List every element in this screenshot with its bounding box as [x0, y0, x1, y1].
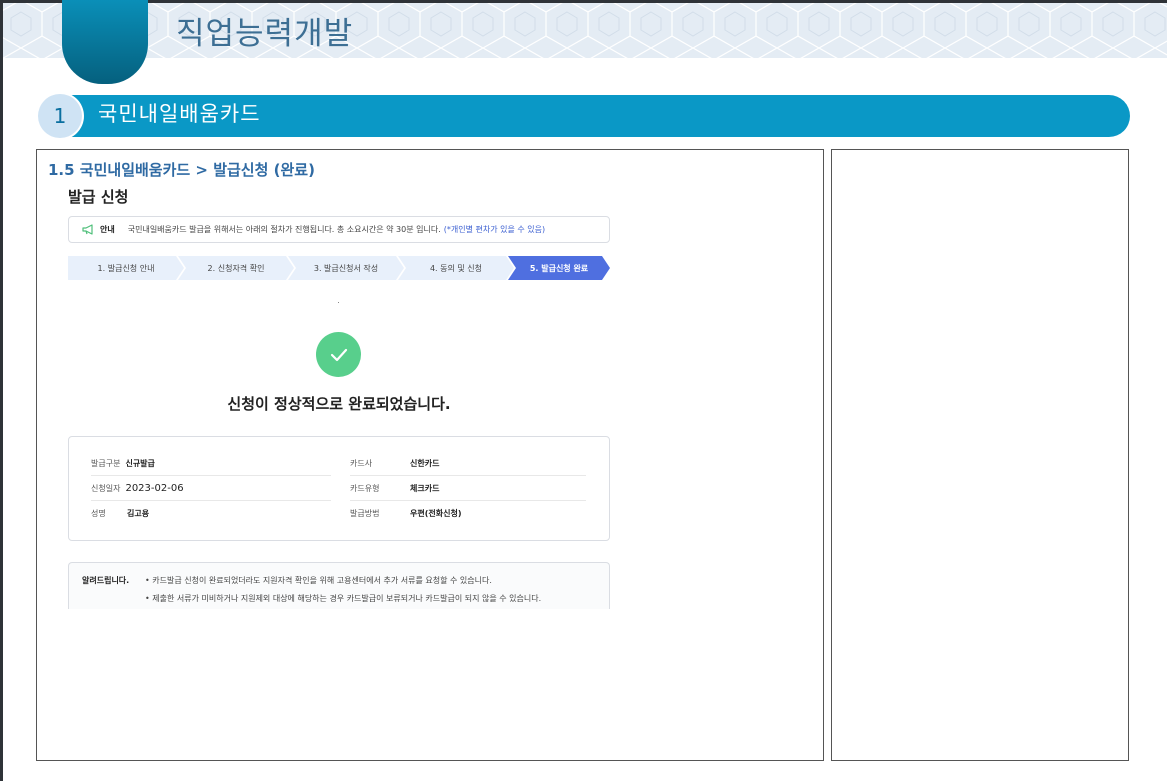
info-label: 신청일자 — [91, 484, 121, 493]
notice-box: 안내 국민내일배움카드 발급을 위해서는 아래의 절차가 진행됩니다. 총 소요… — [68, 216, 610, 243]
info-label: 카드유형 — [350, 484, 380, 493]
completion-message: 신청이 정상적으로 완료되었습니다. — [227, 395, 451, 413]
alert-box: 알려드립니다. • 카드발급 신청이 완료되었더라도 지원자격 확인을 위해 고… — [68, 562, 610, 609]
section-title: 국민내일배움카드 — [98, 102, 261, 126]
page-title: 직업능력개발 — [176, 16, 354, 52]
alert-item: • 제출한 서류가 미비하거나 지원제외 대상에 해당하는 경우 카드발급이 보… — [145, 594, 542, 603]
info-divider — [91, 475, 331, 476]
info-apply-date: 신청일자 2023-02-06 — [91, 483, 184, 494]
section-number: 1 — [38, 94, 82, 138]
info-card-company: 카드사 신한카드 — [350, 458, 439, 469]
info-divider — [350, 500, 586, 501]
step-5-active: 5. 발급신청 완료 — [508, 256, 610, 280]
info-name: 성명 김고용 — [91, 508, 149, 519]
notice-label: 안내 — [100, 225, 115, 234]
alert-item: • 카드발급 신청이 완료되었더라도 지원자격 확인을 위해 고용센터에서 추가… — [145, 576, 492, 585]
alert-title: 알려드립니다. — [82, 576, 130, 585]
info-value: 체크카드 — [410, 484, 440, 493]
info-label: 발급방법 — [350, 509, 380, 518]
divider-dot — [338, 302, 339, 303]
breadcrumb: 1.5 국민내일배움카드 > 발급신청 (완료) — [48, 161, 315, 179]
top-border — [0, 0, 1167, 3]
info-label: 발급구분 — [91, 459, 121, 468]
info-value: 2023-02-06 — [125, 483, 184, 494]
step-3: 3. 발급신청서 작성 — [288, 256, 404, 280]
header-tab — [62, 0, 148, 84]
check-circle-icon — [316, 332, 361, 377]
info-value: 신한카드 — [410, 459, 440, 468]
info-issue-method: 발급방법 우편(전화신청) — [350, 508, 461, 519]
side-panel — [831, 149, 1129, 761]
info-divider — [350, 475, 586, 476]
info-value: 김고용 — [127, 509, 150, 518]
step-1: 1. 발급신청 안내 — [68, 256, 184, 280]
info-label: 성명 — [91, 509, 106, 518]
notice-text: 국민내일배움카드 발급을 위해서는 아래의 절차가 진행됩니다. 총 소요시간은… — [127, 225, 441, 234]
notice-highlight: (*개인별 편차가 있을 수 있음) — [443, 225, 546, 234]
megaphone-icon — [82, 224, 96, 235]
info-value: 신규발급 — [125, 459, 155, 468]
info-value: 우편(전화신청) — [410, 509, 462, 518]
step-2: 2. 신청자격 확인 — [178, 256, 294, 280]
info-divider — [91, 500, 331, 501]
info-issue-type: 발급구분 신규발급 — [91, 458, 155, 469]
left-border — [0, 0, 3, 781]
step-indicator: 1. 발급신청 안내 2. 신청자격 확인 3. 발급신청서 작성 4. 동의 … — [68, 256, 610, 280]
application-info-box: 발급구분 신규발급 카드사 신한카드 신청일자 2023-02-06 카드유형 … — [68, 436, 610, 541]
info-card-type: 카드유형 체크카드 — [350, 483, 439, 494]
info-label: 카드사 — [350, 459, 373, 468]
step-4: 4. 동의 및 신청 — [398, 256, 514, 280]
form-subtitle: 발급 신청 — [68, 188, 129, 206]
